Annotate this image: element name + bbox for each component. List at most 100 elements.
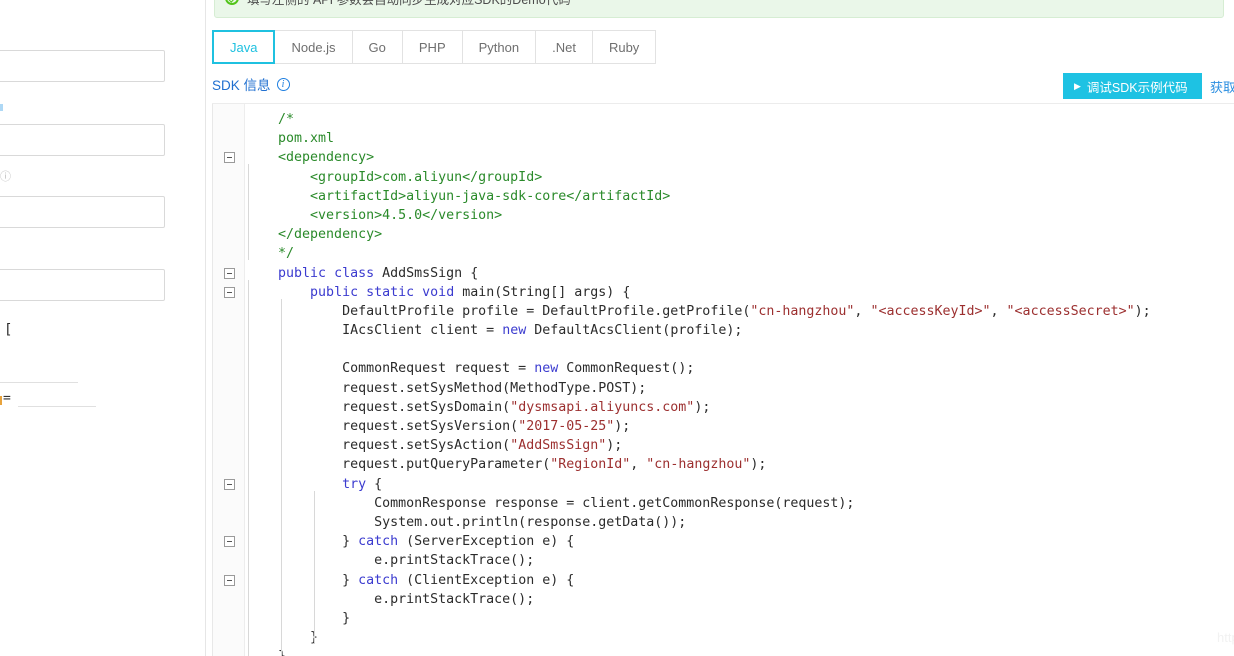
code-token: IAcsClient client = (246, 323, 503, 339)
code-line: } catch (ClientException e) { (246, 571, 1234, 590)
debug-sdk-sample-button[interactable]: ▶ 调试SDK示例代码 (1063, 73, 1202, 99)
code-line: System.out.println(response.getData()); (246, 513, 1234, 532)
code-token: try (342, 476, 367, 492)
indent-guide (248, 164, 249, 261)
code-token: } (246, 610, 351, 626)
indent-guide (281, 298, 282, 656)
code-token: CommonResponse response = client.getComm… (246, 495, 855, 511)
code-fold-toggle[interactable] (224, 286, 235, 298)
code-fold-toggle[interactable] (224, 478, 235, 490)
code-token: request.setSysMethod(MethodType.POST); (246, 380, 647, 396)
watermark: https://blog.csdn.net/yuhang01 (1217, 630, 1234, 645)
code-line: <dependency> (246, 148, 1234, 167)
help-circle-icon[interactable]: ⓘ (0, 168, 11, 184)
code-fold-toggle[interactable] (224, 536, 235, 548)
play-icon: ▶ (1074, 80, 1081, 91)
code-line: pom.xml (246, 129, 1234, 148)
code-token: "dysmsapi.aliyuncs.com" (510, 399, 695, 415)
form-input-field-4[interactable] (0, 269, 165, 301)
equals-label: = (3, 391, 11, 406)
code-token: request.setSysAction( (246, 438, 511, 454)
code-line: IAcsClient client = new DefaultAcsClient… (246, 321, 1234, 340)
code-token: "cn-hangzhou" (646, 457, 751, 473)
sdk-info-label: SDK 信息 (212, 78, 271, 93)
code-line: <version>4.5.0</version> (246, 206, 1234, 225)
code-token: "cn-hangzhou" (750, 303, 855, 319)
api-parameter-form-pane: ⓘ [ = (0, 0, 205, 656)
page-root: ⓘ [ = 填写左侧的 API 参数会自动同步生成对应SDK的Demo代码 Ja… (0, 0, 1234, 656)
code-fold-toggle[interactable] (224, 267, 235, 279)
divider-2 (18, 406, 96, 407)
list-marker-icon (0, 396, 2, 405)
code-token: catch (358, 572, 399, 588)
code-token: catch (358, 534, 399, 550)
required-marker-icon (0, 104, 3, 111)
tab-dotnet[interactable]: .Net (536, 30, 593, 64)
indent-guide (248, 279, 249, 656)
code-content[interactable]: /* pom.xml <dependency> <groupId>com.ali… (246, 104, 1234, 656)
code-token: <groupId>com.aliyun</groupId> (246, 169, 543, 185)
code-token: CommonRequest(); (558, 361, 695, 377)
code-token: <dependency> (246, 150, 375, 166)
code-line: <artifactId>aliyun-java-sdk-core</artifa… (246, 187, 1234, 206)
check-circle-icon (225, 0, 239, 5)
editor-gutter[interactable] (213, 104, 245, 656)
code-token: ); (1134, 303, 1151, 319)
code-token: "<accessSecret>" (1006, 303, 1135, 319)
code-fold-toggle[interactable] (224, 152, 235, 164)
code-token: { (366, 476, 383, 492)
notice-banner: 填写左侧的 API 参数会自动同步生成对应SDK的Demo代码 (214, 0, 1224, 18)
code-line: } (246, 647, 1234, 656)
code-line: } (246, 628, 1234, 647)
code-token: <version>4.5.0</version> (246, 207, 503, 223)
tab-php[interactable]: PHP (402, 30, 463, 64)
code-token: public (278, 265, 327, 281)
code-token: <artifactId>aliyun-java-sdk-core</artifa… (246, 188, 671, 204)
code-token: static (366, 284, 415, 300)
sdk-info-link[interactable]: SDK 信息 i (212, 74, 290, 94)
sdk-demo-pane: 填写左侧的 API 参数会自动同步生成对应SDK的Demo代码 Java Nod… (206, 0, 1234, 656)
code-line: request.setSysVersion("2017-05-25"); (246, 417, 1234, 436)
code-token: public (310, 284, 359, 300)
code-line: } catch (ServerException e) { (246, 532, 1234, 551)
code-line: request.setSysMethod(MethodType.POST); (246, 379, 1234, 398)
code-token: CommonRequest request = (246, 361, 535, 377)
code-token: ); (694, 399, 711, 415)
tab-ruby[interactable]: Ruby (592, 30, 657, 64)
fetch-button[interactable]: 获取 (1210, 77, 1234, 96)
form-input-field-2[interactable] (0, 124, 165, 156)
tab-python[interactable]: Python (462, 30, 537, 64)
notice-text: 填写左侧的 API 参数会自动同步生成对应SDK的Demo代码 (247, 0, 571, 8)
info-circle-icon[interactable]: i (276, 77, 290, 91)
code-line: CommonResponse response = client.getComm… (246, 494, 1234, 513)
code-line: request.setSysAction("AddSmsSign"); (246, 436, 1234, 455)
form-input-field-1[interactable] (0, 50, 165, 82)
code-token: "RegionId" (550, 457, 631, 473)
code-token: (ServerException e) { (398, 534, 575, 550)
code-token: request.putQueryParameter( (246, 457, 551, 473)
code-editor[interactable]: /* pom.xml <dependency> <groupId>com.ali… (212, 104, 1234, 656)
language-tab-bar: Java Node.js Go PHP Python .Net Ruby (212, 30, 657, 64)
code-token: </dependency> (246, 227, 383, 243)
code-token: new (502, 323, 527, 339)
code-token: AddSmsSign { (374, 265, 479, 281)
tab-go[interactable]: Go (352, 30, 403, 64)
code-token: e.printStackTrace(); (246, 591, 535, 607)
tab-nodejs[interactable]: Node.js (275, 30, 353, 64)
code-line: </dependency> (246, 225, 1234, 244)
code-token: main(String[] args) { (454, 284, 631, 300)
debug-sdk-sample-label: 调试SDK示例代码 (1086, 80, 1188, 95)
code-token: ); (614, 419, 631, 434)
divider-1 (0, 382, 78, 383)
code-fold-toggle[interactable] (224, 574, 235, 586)
code-token: request.setSysDomain( (246, 399, 511, 415)
code-line: public static void main(String[] args) { (246, 283, 1234, 302)
tab-java[interactable]: Java (212, 30, 276, 64)
form-input-field-3[interactable] (0, 196, 165, 228)
code-line: try { (246, 475, 1234, 494)
